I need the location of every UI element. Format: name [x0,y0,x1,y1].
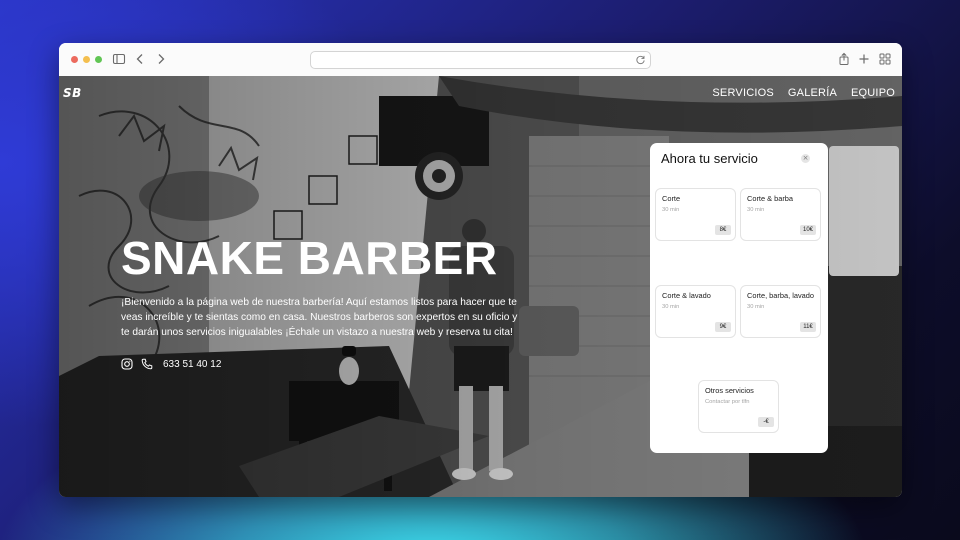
service-card-corte-lavado[interactable]: Corte & lavado 30 min 9€ [655,285,736,338]
hero-title: SNAKE BARBER [121,232,498,284]
service-card-otros[interactable]: Otros servicios Contactar por tlfn -€ [698,380,779,433]
service-duration: 30 min [662,304,680,310]
phone-number[interactable]: 633 51 40 12 [163,359,221,370]
site-nav: SERVICIOS GALERÍA EQUIPO [712,87,895,99]
instagram-icon[interactable] [121,358,133,370]
site-logo[interactable]: SB [63,86,82,100]
back-icon[interactable] [133,52,147,66]
service-duration: 30 min [747,304,765,310]
service-price: -€ [758,417,774,427]
service-duration: 30 min [747,207,765,213]
reload-icon[interactable] [635,54,646,65]
nav-servicios[interactable]: SERVICIOS [712,87,774,99]
service-card-corte-barba[interactable]: Corte & barba 30 min 10€ [740,188,821,241]
maximize-window-button[interactable] [95,56,102,63]
nav-galeria[interactable]: GALERÍA [788,87,837,99]
forward-icon[interactable] [154,52,168,66]
share-icon[interactable] [837,52,851,66]
service-name: Otros servicios [705,386,754,395]
service-name: Corte & barba [747,194,794,203]
service-price: 10€ [799,225,816,235]
phone-icon[interactable] [141,358,153,370]
nav-equipo[interactable]: EQUIPO [851,87,895,99]
service-name: Corte [662,194,681,203]
service-picker-panel: Ahora tu servicio × Corte 30 min 8€ Cort… [650,143,828,453]
browser-window: SB SERVICIOS GALERÍA EQUIPO SNAKE BARBER… [59,43,902,497]
new-tab-icon[interactable] [857,52,871,66]
minimize-window-button[interactable] [83,56,90,63]
service-price: 11€ [800,322,816,332]
service-price: 8€ [715,225,731,235]
sidebar-icon[interactable] [112,52,126,66]
close-window-button[interactable] [71,56,78,63]
service-name: Corte & lavado [662,291,711,300]
service-price: 9€ [715,322,731,332]
browser-toolbar [59,43,902,77]
service-duration: Contactar por tlfn [705,399,750,405]
service-card-corte-barba-lavado[interactable]: Corte, barba, lavado 30 min 11€ [740,285,821,338]
tab-overview-icon[interactable] [878,52,892,66]
service-duration: 30 min [662,207,680,213]
hero-description: ¡Bienvenido a la página web de nuestra b… [121,297,518,338]
address-bar[interactable] [310,51,651,69]
close-icon[interactable]: × [801,154,810,163]
web-page: SB SERVICIOS GALERÍA EQUIPO SNAKE BARBER… [59,76,902,497]
contact-row: 633 51 40 12 [121,358,221,370]
service-card-corte[interactable]: Corte 30 min 8€ [655,188,736,241]
service-name: Corte, barba, lavado [747,291,814,300]
panel-title: Ahora tu servicio [661,151,758,166]
